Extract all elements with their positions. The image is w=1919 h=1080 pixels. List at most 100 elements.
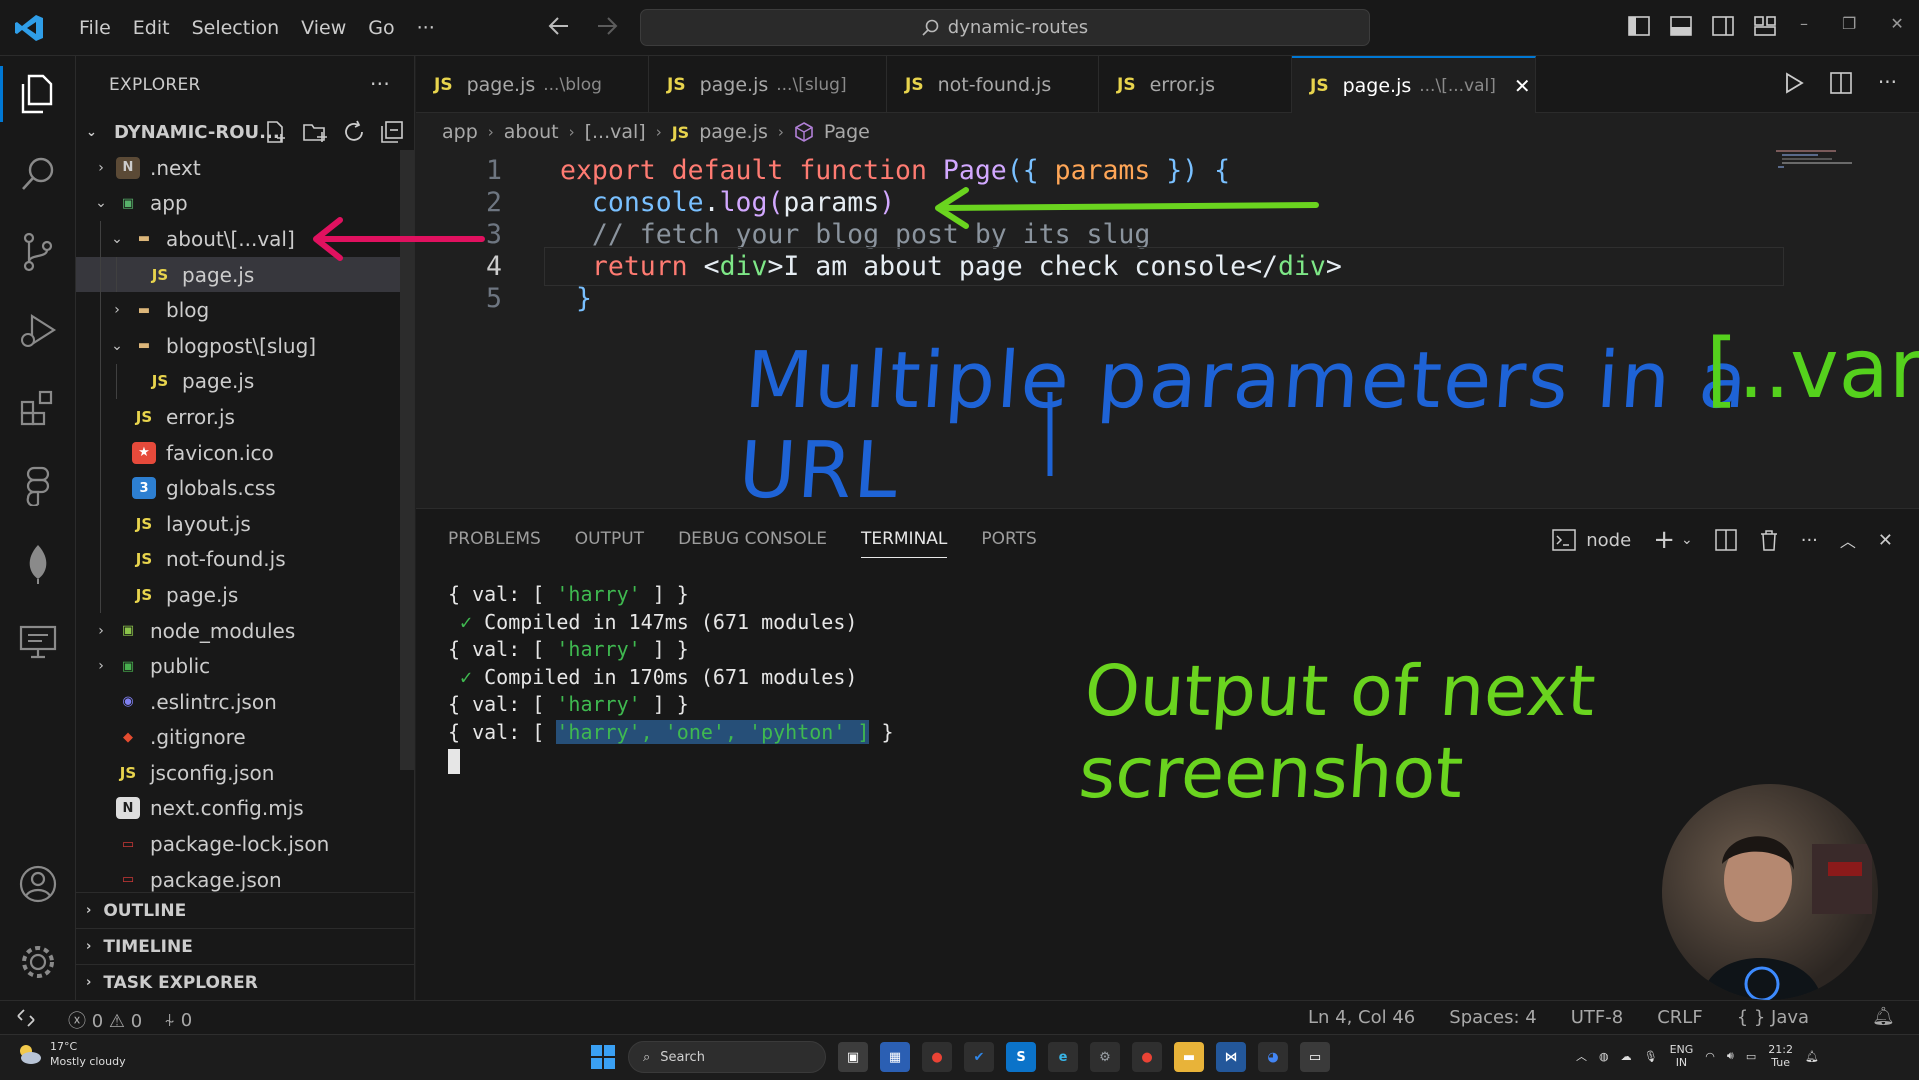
- tab-error[interactable]: JS error.js: [1099, 56, 1292, 113]
- account-icon[interactable]: [16, 862, 60, 906]
- tree-item[interactable]: ◆ .gitignore: [76, 720, 414, 756]
- vscode-taskbar-icon[interactable]: ⋈: [1216, 1042, 1246, 1072]
- tree-item[interactable]: JS page.js: [76, 363, 414, 400]
- tree-item[interactable]: JS error.js: [76, 399, 414, 435]
- menu-edit[interactable]: Edit: [122, 17, 181, 39]
- terminal-name[interactable]: node: [1586, 530, 1631, 551]
- taskbar-search[interactable]: ⌕ Search: [628, 1041, 826, 1073]
- microphone-icon[interactable]: 🎙︎: [1644, 1050, 1658, 1063]
- notifications-bell-icon[interactable]: 🔔︎: [1872, 1006, 1895, 1027]
- tab-slug-page[interactable]: JS page.js ...\[slug]: [649, 56, 887, 113]
- terminal-output[interactable]: { val: [ 'harry' ] } ✓ Compiled in 147ms…: [448, 581, 894, 774]
- tab-debug-console[interactable]: DEBUG CONSOLE: [678, 529, 827, 558]
- end-of-line[interactable]: CRLF: [1657, 1007, 1702, 1028]
- explorer-more-actions-icon[interactable]: ···: [370, 72, 390, 96]
- edge-icon[interactable]: e: [1048, 1042, 1078, 1072]
- explorer-scrollbar[interactable]: [400, 150, 414, 770]
- explorer-icon[interactable]: [0, 66, 60, 122]
- tray-app-icon[interactable]: ◍: [1599, 1050, 1609, 1063]
- back-arrow-icon[interactable]: [548, 14, 570, 38]
- tree-item[interactable]: ⌄ ▬ about\[...val]: [76, 221, 414, 257]
- tab-terminal[interactable]: TERMINAL: [860, 529, 948, 558]
- run-icon[interactable]: [1784, 72, 1804, 94]
- clock[interactable]: 21:2 Tue: [1768, 1043, 1793, 1069]
- tree-item[interactable]: JS page.js: [76, 256, 414, 293]
- search-icon[interactable]: [16, 152, 60, 196]
- run-debug-icon[interactable]: [16, 308, 60, 352]
- tree-item[interactable]: ★ favicon.ico: [76, 434, 414, 471]
- menu-file[interactable]: File: [68, 17, 122, 39]
- tab-not-found[interactable]: JS not-found.js: [887, 56, 1099, 113]
- volume-icon[interactable]: 🔊︎: [1727, 1049, 1734, 1063]
- refresh-icon[interactable]: [342, 120, 366, 144]
- workspace-root[interactable]: ⌄ DYNAMIC-ROU...: [76, 114, 414, 150]
- remote-indicator[interactable]: [0, 1001, 52, 1035]
- settings-gear-icon[interactable]: [16, 940, 60, 984]
- todo-icon[interactable]: ✔: [964, 1042, 994, 1072]
- tree-item[interactable]: JS jsconfig.json: [76, 755, 414, 791]
- tab-blog-page[interactable]: JS page.js ...\blog: [416, 56, 649, 113]
- close-window-icon[interactable]: ✕: [1890, 14, 1903, 33]
- more-icon[interactable]: ···: [1801, 530, 1818, 551]
- tab-about-val-page[interactable]: JS page.js ...\[...val] ✕: [1292, 56, 1536, 113]
- toggle-panel-icon[interactable]: [1670, 16, 1692, 36]
- skype-icon[interactable]: S: [1006, 1042, 1036, 1072]
- encoding[interactable]: UTF-8: [1571, 1007, 1623, 1028]
- indentation[interactable]: Spaces: 4: [1449, 1007, 1536, 1028]
- task-view-icon[interactable]: ▣: [838, 1042, 868, 1072]
- new-folder-icon[interactable]: [302, 120, 328, 144]
- close-panel-icon[interactable]: ✕: [1878, 530, 1893, 551]
- maximize-icon[interactable]: ❐: [1842, 14, 1856, 33]
- tree-item[interactable]: › N .next: [76, 150, 414, 186]
- forward-arrow-icon[interactable]: [596, 14, 618, 38]
- split-terminal-icon[interactable]: [1714, 529, 1737, 551]
- tab-problems[interactable]: PROBLEMS: [448, 529, 541, 558]
- split-editor-icon[interactable]: [1830, 72, 1852, 94]
- new-terminal-icon[interactable]: +: [1653, 525, 1675, 555]
- chrome-canary-icon[interactable]: ◕: [1258, 1042, 1288, 1072]
- breadcrumb-file[interactable]: page.js: [699, 121, 768, 143]
- notification-center-icon[interactable]: 🔔︎: [1805, 1050, 1819, 1063]
- chrome-profile-icon[interactable]: ●: [1132, 1042, 1162, 1072]
- toggle-secondary-sidebar-icon[interactable]: [1712, 16, 1734, 36]
- more-actions-icon[interactable]: ···: [1878, 72, 1897, 94]
- chrome-icon[interactable]: ●: [922, 1042, 952, 1072]
- source-control-icon[interactable]: [16, 230, 60, 274]
- windows-start-icon[interactable]: [590, 1044, 616, 1070]
- tree-item[interactable]: ⌄ ▣ app: [76, 186, 414, 222]
- breadcrumb-symbol[interactable]: Page: [824, 121, 870, 143]
- tree-item[interactable]: JS not-found.js: [76, 541, 414, 578]
- toggle-primary-sidebar-icon[interactable]: [1628, 16, 1650, 36]
- language-indicator[interactable]: ENG IN: [1670, 1043, 1694, 1069]
- file-explorer-icon[interactable]: ▬: [1174, 1042, 1204, 1072]
- tree-item[interactable]: › ▬ blog: [76, 292, 414, 328]
- tree-item[interactable]: › ▣ node_modules: [76, 613, 414, 649]
- mongodb-leaf-icon[interactable]: [16, 542, 60, 586]
- tree-item[interactable]: › ▣ public: [76, 648, 414, 684]
- outline-section[interactable]: › OUTLINE: [76, 892, 415, 928]
- breadcrumb-val[interactable]: [...val]: [585, 121, 646, 143]
- trash-icon[interactable]: [1759, 529, 1779, 551]
- wifi-icon[interactable]: ◠: [1705, 1050, 1715, 1063]
- menu-more[interactable]: ···: [406, 17, 446, 39]
- weather-widget[interactable]: 17°C Mostly cloudy: [16, 1039, 126, 1069]
- ports-status[interactable]: ⍭ 0: [164, 1010, 192, 1031]
- battery-icon[interactable]: ▭: [1746, 1050, 1756, 1063]
- onedrive-icon[interactable]: ☁: [1621, 1050, 1632, 1063]
- cursor-position[interactable]: Ln 4, Col 46: [1308, 1007, 1415, 1028]
- menu-go[interactable]: Go: [357, 17, 405, 39]
- task-explorer-section[interactable]: › TASK EXPLORER: [76, 964, 415, 1000]
- tree-item[interactable]: 3 globals.css: [76, 470, 414, 506]
- tree-item[interactable]: JS layout.js: [76, 505, 414, 542]
- minimap[interactable]: [1776, 148, 1856, 178]
- tray-overflow-icon[interactable]: ︿: [1576, 1048, 1587, 1064]
- tree-item[interactable]: ⌄ ▬ blogpost\[slug]: [76, 327, 414, 364]
- tree-item[interactable]: JS page.js: [76, 577, 414, 613]
- command-center-search[interactable]: dynamic-routes: [640, 9, 1370, 46]
- problems-status[interactable]: ⓧ 0 ⚠ 0: [68, 1007, 142, 1033]
- breadcrumb-about[interactable]: about: [504, 121, 559, 143]
- close-tab-icon[interactable]: ✕: [1514, 74, 1531, 98]
- menu-selection[interactable]: Selection: [181, 17, 291, 39]
- tree-item[interactable]: Nnext.config.mjs: [76, 791, 414, 827]
- remote-explorer-icon[interactable]: [16, 620, 60, 664]
